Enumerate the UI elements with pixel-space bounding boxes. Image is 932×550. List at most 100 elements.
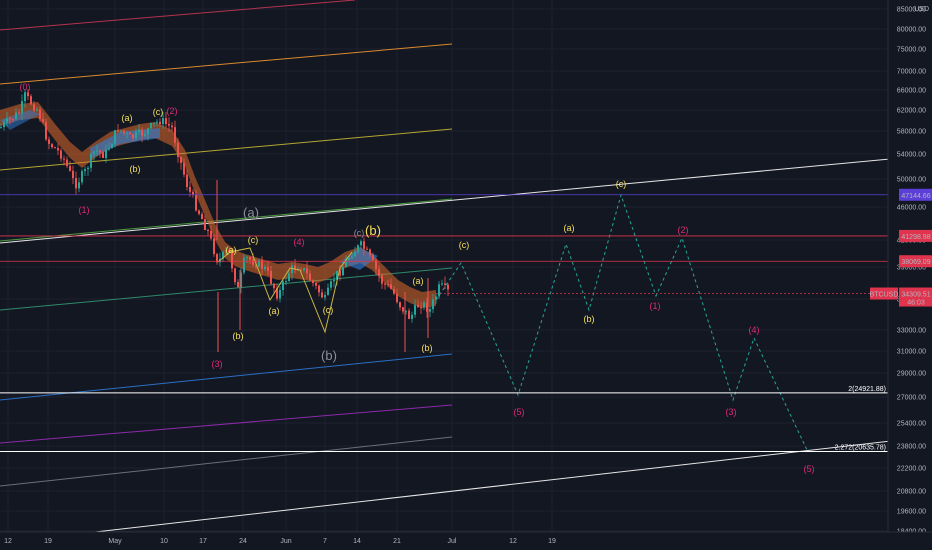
time-tick-9: 21: [393, 538, 401, 545]
candle-body-24: [72, 170, 74, 179]
wave-label-20: (a): [564, 223, 575, 233]
candle-body-57: [171, 125, 173, 128]
wave-label-14: (c): [323, 305, 334, 315]
price-badges: 47144.6641298.9838069.09BTCUSD 34309.5146…: [436, 188, 932, 307]
candle-body-83: [249, 257, 251, 260]
candle-body-42: [126, 132, 128, 134]
candle-body-2: [6, 118, 8, 123]
candle-body-13: [39, 109, 41, 120]
time-tick-5: 24: [239, 538, 247, 545]
candle-body-129: [387, 284, 389, 286]
trend-cloud: [0, 102, 436, 308]
candle-body-27: [81, 171, 83, 183]
candle-body-70: [210, 230, 212, 239]
candle-body-127: [381, 275, 383, 284]
channel-line-gray: [0, 436, 453, 487]
candle-body-102: [306, 268, 308, 274]
candle-body-16: [48, 139, 50, 144]
candle-body-78: [234, 268, 236, 283]
candle-body-62: [186, 174, 188, 188]
candle-body-88: [264, 266, 266, 270]
candle-body-111: [333, 279, 335, 282]
price-tick-16: 27000.00: [897, 395, 926, 402]
price-tick-1: 80000.00: [897, 27, 926, 34]
candle-body-52: [156, 121, 158, 123]
cloud-bear: [0, 102, 436, 308]
time-tick-10: Jul: [448, 538, 457, 545]
wave-label-24: (1): [650, 301, 661, 311]
candle-body-121: [363, 241, 365, 249]
channel-line-white-lower: [59, 439, 901, 537]
badge-text-price-38069: 38069.09: [901, 259, 930, 266]
candle-body-90: [270, 270, 272, 284]
time-tick-1: 19: [44, 538, 52, 545]
candle-body-10: [30, 96, 32, 105]
candle-body-37: [111, 143, 113, 149]
candle-body-47: [141, 129, 143, 136]
price-tick-7: 54000.00: [897, 152, 926, 159]
wave-label-15: (a): [413, 276, 424, 286]
candle-body-105: [315, 283, 317, 286]
price-tick-18: 23800.00: [897, 444, 926, 451]
candle-body-45: [135, 131, 137, 139]
candle-body-60: [180, 156, 182, 163]
candle-body-103: [309, 273, 311, 281]
wave-label-27: (4): [749, 325, 760, 335]
time-axis[interactable]: 12 19 May 10 17 24 Jun 7 14 21 Jul 12 19: [0, 531, 932, 550]
price-tick-4: 66000.00: [897, 88, 926, 95]
candle-body-43: [129, 132, 131, 135]
candle-body-12: [36, 109, 38, 111]
candle-body-11: [33, 104, 35, 111]
candle-body-1: [3, 122, 5, 128]
level-label-fib-2272: 2.272(20635.78): [835, 445, 886, 452]
candle-body-133: [399, 302, 401, 308]
candle-body-3: [9, 118, 11, 120]
wave-label-28: (5): [804, 464, 815, 474]
candle-body-114: [342, 267, 344, 276]
candle-body-79: [237, 282, 239, 288]
candle-body-119: [357, 245, 359, 252]
candle-body-141: [423, 302, 425, 308]
candle-body-32: [96, 150, 98, 152]
wave-label-21: (b): [584, 314, 595, 324]
price-chart[interactable]: 2(24921.88)2.272(20635.78) (0)(a)(b)(c)(…: [0, 0, 932, 550]
price-tick-21: 19600.00: [897, 509, 926, 516]
candle-body-149: [447, 284, 449, 290]
trend-lines: [0, 0, 901, 537]
channel-line-green: [0, 198, 453, 242]
candle-body-137: [411, 314, 413, 319]
candle-body-144: [432, 299, 434, 310]
candle-body-104: [312, 280, 314, 284]
candle-body-44: [132, 134, 134, 139]
wave-label-26: (3): [726, 407, 737, 417]
wave-label-13: (a): [269, 306, 280, 316]
candle-body-130: [390, 284, 392, 289]
candle-body-126: [378, 269, 380, 276]
candle-body-41: [123, 130, 125, 133]
candle-body-14: [42, 119, 44, 122]
price-axis[interactable]: 85000.0080000.0075000.0070000.0066000.00…: [887, 0, 932, 550]
candle-body-38: [114, 130, 116, 144]
candle-body-20: [60, 150, 62, 159]
candle-body-108: [324, 295, 326, 298]
wave-label-0: (0): [20, 82, 31, 92]
price-tick-19: 22200.00: [897, 466, 926, 473]
wave-label-18: (b): [321, 348, 337, 363]
candle-body-15: [45, 121, 47, 140]
candle-body-28: [84, 169, 86, 172]
current-countdown: 46:03: [907, 300, 925, 307]
time-tick-0: 12: [4, 538, 12, 545]
candle-body-31: [93, 151, 95, 154]
price-tick-15: 29000.00: [897, 371, 926, 378]
candle-body-69: [207, 229, 209, 231]
candle-body-22: [66, 159, 68, 167]
candle-body-140: [420, 307, 422, 309]
candle-body-54: [162, 118, 164, 125]
price-tick-20: 20800.00: [897, 489, 926, 496]
candle-body-123: [369, 249, 371, 256]
candle-body-139: [417, 305, 419, 308]
channel-line-red: [0, 0, 356, 31]
current-symbol: BTCUSD: [870, 292, 899, 299]
candle-body-84: [252, 259, 254, 265]
channel-line-orange: [0, 43, 453, 85]
